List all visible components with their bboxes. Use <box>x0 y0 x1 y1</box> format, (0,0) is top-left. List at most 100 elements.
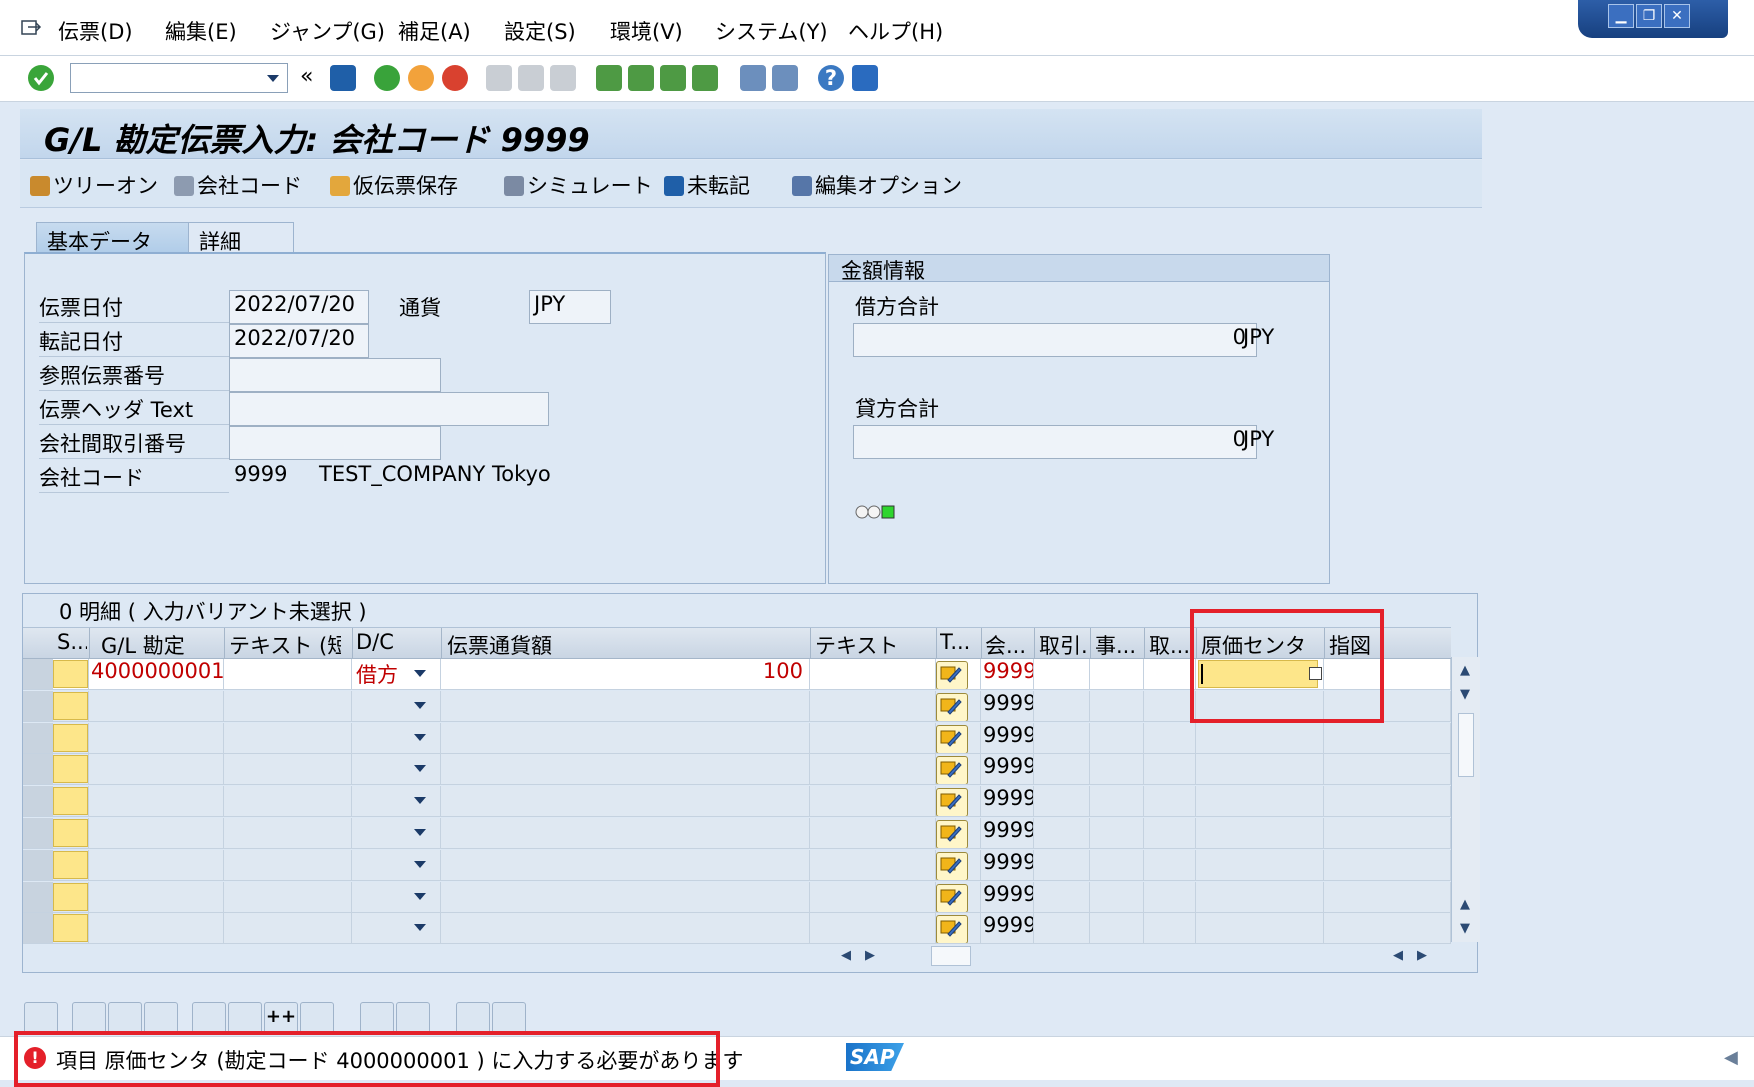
tax-cell[interactable] <box>936 659 981 690</box>
enter-icon[interactable] <box>28 65 54 91</box>
column-header-company[interactable]: 会... <box>985 630 1027 660</box>
row-selector[interactable] <box>23 754 53 785</box>
dc-cell[interactable] <box>352 691 441 722</box>
unposted-button[interactable]: 未転記 <box>664 170 750 200</box>
edit-text-icon[interactable] <box>936 725 968 753</box>
amount-cell[interactable] <box>441 850 810 881</box>
column-header-tax[interactable]: T... <box>940 630 976 654</box>
edit-text-icon[interactable] <box>936 693 968 721</box>
trading-partner-cell[interactable] <box>1034 850 1090 881</box>
dc-cell[interactable] <box>352 754 441 785</box>
row-selector[interactable] <box>23 659 53 690</box>
paste-icon[interactable] <box>396 1002 430 1034</box>
chevron-down-icon[interactable] <box>414 702 426 709</box>
vertical-scrollbar[interactable]: ▲ ▼ ▲ ▼ <box>1451 657 1480 942</box>
trading-partner-cell[interactable] <box>1034 691 1090 722</box>
company-cell[interactable]: 9999 <box>981 850 1034 881</box>
status-required-field[interactable] <box>53 660 88 688</box>
amount-cell[interactable] <box>441 723 810 754</box>
column-header-gl-account[interactable]: G/L 勘定 <box>101 630 211 660</box>
cost-center-cell[interactable] <box>1196 882 1324 913</box>
delete-row-icon[interactable] <box>300 1002 334 1034</box>
transaction-type-cell[interactable] <box>1144 691 1196 722</box>
intercompany-field[interactable] <box>229 426 441 460</box>
company-cell[interactable]: 9999 <box>981 786 1034 817</box>
system-menu-icon[interactable] <box>20 18 42 38</box>
customize-layout-icon[interactable] <box>852 65 878 91</box>
column-header-dc[interactable]: D/C <box>356 630 436 654</box>
tax-cell[interactable] <box>936 754 981 785</box>
status-required-field[interactable] <box>53 692 88 720</box>
order-cell[interactable] <box>1324 723 1451 754</box>
cost-center-cell[interactable] <box>1196 850 1324 881</box>
text-cell[interactable] <box>810 882 936 913</box>
trading-partner-cell[interactable] <box>1034 659 1090 690</box>
scroll-right-icon[interactable]: ▶ <box>1417 948 1427 963</box>
collapse-toolbar-button[interactable]: « <box>300 64 313 89</box>
menu-environment[interactable]: 環境(V) <box>610 16 683 46</box>
tax-cell[interactable] <box>936 786 981 817</box>
short-text-cell[interactable] <box>224 882 352 913</box>
text-cell[interactable] <box>810 786 936 817</box>
last-page-icon[interactable] <box>692 65 718 91</box>
business-area-cell[interactable] <box>1090 786 1144 817</box>
minimize-icon[interactable]: ▁ <box>1608 4 1634 28</box>
menu-goto[interactable]: ジャンプ(G) <box>270 16 385 46</box>
tax-cell[interactable] <box>936 850 981 881</box>
amount-cell[interactable] <box>441 691 810 722</box>
edit-text-icon[interactable] <box>936 661 968 689</box>
edit-text-icon[interactable] <box>936 820 968 848</box>
order-cell[interactable] <box>1324 850 1451 881</box>
shortcut-icon[interactable] <box>772 65 798 91</box>
select-block-icon[interactable] <box>108 1002 142 1034</box>
sort-icon[interactable] <box>456 1002 490 1034</box>
chevron-down-icon[interactable] <box>414 924 426 931</box>
order-cell[interactable] <box>1324 882 1451 913</box>
first-page-icon[interactable] <box>596 65 622 91</box>
doc-date-field[interactable]: 2022/07/20 <box>229 290 369 324</box>
amount-cell[interactable]: 100 <box>441 659 810 690</box>
cost-center-cell[interactable] <box>1196 818 1324 849</box>
gl-account-cell[interactable] <box>89 913 224 944</box>
simulate-button[interactable]: シミュレート <box>504 170 653 200</box>
chevron-down-icon[interactable] <box>414 670 426 677</box>
cancel-icon[interactable] <box>442 65 468 91</box>
trading-partner-cell[interactable] <box>1034 786 1090 817</box>
menu-help[interactable]: ヘルプ(H) <box>848 16 943 46</box>
business-area-cell[interactable] <box>1090 723 1144 754</box>
transaction-type-cell[interactable] <box>1144 850 1196 881</box>
short-text-cell[interactable] <box>224 754 352 785</box>
status-cell[interactable] <box>53 754 89 785</box>
trading-partner-cell[interactable] <box>1034 882 1090 913</box>
short-text-cell[interactable] <box>224 850 352 881</box>
status-required-field[interactable] <box>53 755 88 783</box>
menu-document[interactable]: 伝票(D) <box>58 16 133 46</box>
scroll-right-icon[interactable]: ▶ <box>865 948 875 963</box>
help-icon[interactable]: ? <box>818 65 844 91</box>
status-required-field[interactable] <box>53 787 88 815</box>
column-header-status[interactable]: S... <box>57 630 87 654</box>
horizontal-scroll-thumb[interactable] <box>931 946 971 966</box>
company-code-button[interactable]: 会社コード <box>174 170 302 200</box>
menu-settings[interactable]: 設定(S) <box>504 16 576 46</box>
scroll-left-icon[interactable]: ◀ <box>1393 948 1403 963</box>
chevron-down-icon[interactable] <box>414 893 426 900</box>
close-icon[interactable]: ✕ <box>1664 4 1690 28</box>
select-all-icon[interactable] <box>72 1002 106 1034</box>
gl-account-cell[interactable] <box>89 723 224 754</box>
gl-account-cell[interactable]: 4000000001 <box>89 659 224 690</box>
filter-icon[interactable] <box>492 1002 526 1034</box>
find-next-icon[interactable] <box>550 65 576 91</box>
row-selector[interactable] <box>23 691 53 722</box>
scroll-up-icon[interactable]: ▲ <box>1460 897 1470 912</box>
menu-extras[interactable]: 補足(A) <box>398 16 471 46</box>
company-cell[interactable]: 9999 <box>981 818 1034 849</box>
short-text-cell[interactable] <box>224 691 352 722</box>
company-cell[interactable]: 9999 <box>981 882 1034 913</box>
dc-cell[interactable]: 借方 <box>352 659 441 690</box>
exit-icon[interactable] <box>408 65 434 91</box>
short-text-cell[interactable] <box>224 659 352 690</box>
amount-cell[interactable] <box>441 818 810 849</box>
status-required-field[interactable] <box>53 851 88 879</box>
status-collapse-icon[interactable]: ◀ <box>1724 1047 1738 1068</box>
